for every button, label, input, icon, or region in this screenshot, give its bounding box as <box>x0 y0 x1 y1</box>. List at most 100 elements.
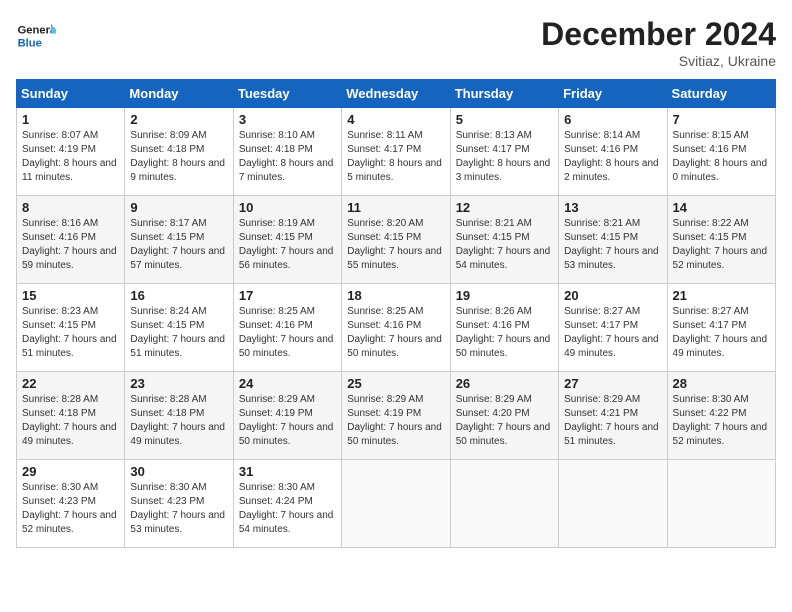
calendar-cell: 20Sunrise: 8:27 AMSunset: 4:17 PMDayligh… <box>559 284 667 372</box>
day-info: Sunrise: 8:27 AMSunset: 4:17 PMDaylight:… <box>673 305 770 361</box>
calendar-cell <box>450 460 558 548</box>
calendar-week-4: 22 Sunrise: 8:28 AMSunset: 4:18 PMDayligh… <box>17 372 776 460</box>
weekday-header-tuesday: Tuesday <box>233 80 341 108</box>
day-info: Sunrise: 8:30 AMSunset: 4:23 PMDaylight:… <box>130 481 227 537</box>
day-number: 26 <box>456 376 553 391</box>
calendar-cell: 4 Sunrise: 8:11 AMSunset: 4:17 PMDaylight… <box>342 108 450 196</box>
calendar-cell: 7Sunrise: 8:15 AMSunset: 4:16 PMDaylight… <box>667 108 775 196</box>
weekday-header-sunday: Sunday <box>17 80 125 108</box>
day-number: 2 <box>130 112 227 127</box>
day-number: 7 <box>673 112 770 127</box>
day-number: 22 <box>22 376 119 391</box>
calendar-week-1: 1Sunrise: 8:07 AMSunset: 4:19 PMDaylight… <box>17 108 776 196</box>
day-number: 21 <box>673 288 770 303</box>
svg-text:Blue: Blue <box>18 37 42 49</box>
month-title: December 2024 <box>541 16 776 53</box>
day-number: 11 <box>347 200 444 215</box>
day-number: 12 <box>456 200 553 215</box>
day-number: 3 <box>239 112 336 127</box>
day-info: Sunrise: 8:19 AMSunset: 4:15 PMDaylight:… <box>239 217 336 273</box>
calendar-cell: 23 Sunrise: 8:28 AMSunset: 4:18 PMDayligh… <box>125 372 233 460</box>
day-info: Sunrise: 8:20 AMSunset: 4:15 PMDaylight:… <box>347 217 444 273</box>
calendar-cell: 17Sunrise: 8:25 AMSunset: 4:16 PMDayligh… <box>233 284 341 372</box>
calendar-cell: 2Sunrise: 8:09 AMSunset: 4:18 PMDaylight… <box>125 108 233 196</box>
day-number: 18 <box>347 288 444 303</box>
calendar-cell: 12 Sunrise: 8:21 AMSunset: 4:15 PMDayligh… <box>450 196 558 284</box>
calendar-week-5: 29 Sunrise: 8:30 AMSunset: 4:23 PMDayligh… <box>17 460 776 548</box>
calendar-cell: 29Sunrise: 8:30 AMSunset: 4:23 PMDayligh… <box>17 460 125 548</box>
day-info: Sunrise: 8:28 AMSunset: 4:18 PMDaylight:… <box>130 393 227 449</box>
day-info: Sunrise: 8:30 AMSunset: 4:24 PMDaylight:… <box>239 481 336 537</box>
day-info: Sunrise: 8:10 AMSunset: 4:18 PMDaylight:… <box>239 129 336 185</box>
day-number: 28 <box>673 376 770 391</box>
day-number: 29 <box>22 464 119 479</box>
day-info: Sunrise: 8:13 AMSunset: 4:17 PMDaylight:… <box>456 129 553 185</box>
calendar-cell: 31 Sunrise: 8:30 AMSunset: 4:24 PMDayligh… <box>233 460 341 548</box>
calendar-cell: 27 Sunrise: 8:29 AMSunset: 4:21 PMDayligh… <box>559 372 667 460</box>
day-info: Sunrise: 8:29 AMSunset: 4:21 PMDaylight:… <box>564 393 661 449</box>
calendar-cell: 30 Sunrise: 8:30 AMSunset: 4:23 PMDayligh… <box>125 460 233 548</box>
day-info: Sunrise: 8:29 AMSunset: 4:19 PMDaylight:… <box>239 393 336 449</box>
day-info: Sunrise: 8:21 AMSunset: 4:15 PMDaylight:… <box>564 217 661 273</box>
day-info: Sunrise: 8:28 AMSunset: 4:18 PMDaylight:… <box>22 393 119 449</box>
weekday-header-saturday: Saturday <box>667 80 775 108</box>
calendar-cell: 19 Sunrise: 8:26 AMSunset: 4:16 PMDayligh… <box>450 284 558 372</box>
calendar-week-3: 15 Sunrise: 8:23 AMSunset: 4:15 PMDayligh… <box>17 284 776 372</box>
day-info: Sunrise: 8:24 AMSunset: 4:15 PMDaylight:… <box>130 305 227 361</box>
calendar-cell <box>667 460 775 548</box>
day-number: 8 <box>22 200 119 215</box>
calendar-cell: 28Sunrise: 8:30 AMSunset: 4:22 PMDayligh… <box>667 372 775 460</box>
calendar-cell <box>342 460 450 548</box>
calendar-cell: 3 Sunrise: 8:10 AMSunset: 4:18 PMDaylight… <box>233 108 341 196</box>
calendar-cell: 11 Sunrise: 8:20 AMSunset: 4:15 PMDayligh… <box>342 196 450 284</box>
day-number: 31 <box>239 464 336 479</box>
day-info: Sunrise: 8:11 AMSunset: 4:17 PMDaylight:… <box>347 129 444 185</box>
logo: General Blue <box>16 16 56 56</box>
title-block: December 2024 Svitiaz, Ukraine <box>541 16 776 69</box>
day-number: 30 <box>130 464 227 479</box>
calendar-cell: 26Sunrise: 8:29 AMSunset: 4:20 PMDayligh… <box>450 372 558 460</box>
day-number: 13 <box>564 200 661 215</box>
calendar-cell: 15 Sunrise: 8:23 AMSunset: 4:15 PMDayligh… <box>17 284 125 372</box>
calendar-cell <box>559 460 667 548</box>
day-number: 27 <box>564 376 661 391</box>
day-info: Sunrise: 8:23 AMSunset: 4:15 PMDaylight:… <box>22 305 119 361</box>
day-info: Sunrise: 8:26 AMSunset: 4:16 PMDaylight:… <box>456 305 553 361</box>
day-number: 16 <box>130 288 227 303</box>
day-number: 15 <box>22 288 119 303</box>
day-number: 6 <box>564 112 661 127</box>
day-number: 17 <box>239 288 336 303</box>
calendar-cell: 9 Sunrise: 8:17 AMSunset: 4:15 PMDaylight… <box>125 196 233 284</box>
day-info: Sunrise: 8:14 AMSunset: 4:16 PMDaylight:… <box>564 129 661 185</box>
calendar-cell: 18Sunrise: 8:25 AMSunset: 4:16 PMDayligh… <box>342 284 450 372</box>
calendar-cell: 1Sunrise: 8:07 AMSunset: 4:19 PMDaylight… <box>17 108 125 196</box>
day-info: Sunrise: 8:07 AMSunset: 4:19 PMDaylight:… <box>22 129 119 185</box>
day-info: Sunrise: 8:16 AMSunset: 4:16 PMDaylight:… <box>22 217 119 273</box>
day-number: 9 <box>130 200 227 215</box>
day-number: 23 <box>130 376 227 391</box>
day-number: 25 <box>347 376 444 391</box>
day-number: 4 <box>347 112 444 127</box>
calendar-cell: 8 Sunrise: 8:16 AMSunset: 4:16 PMDaylight… <box>17 196 125 284</box>
calendar-cell: 16 Sunrise: 8:24 AMSunset: 4:15 PMDayligh… <box>125 284 233 372</box>
location-subtitle: Svitiaz, Ukraine <box>541 53 776 69</box>
day-number: 5 <box>456 112 553 127</box>
day-info: Sunrise: 8:21 AMSunset: 4:15 PMDaylight:… <box>456 217 553 273</box>
day-info: Sunrise: 8:27 AMSunset: 4:17 PMDaylight:… <box>564 305 661 361</box>
calendar-cell: 5 Sunrise: 8:13 AMSunset: 4:17 PMDaylight… <box>450 108 558 196</box>
day-info: Sunrise: 8:17 AMSunset: 4:15 PMDaylight:… <box>130 217 227 273</box>
calendar-cell: 24Sunrise: 8:29 AMSunset: 4:19 PMDayligh… <box>233 372 341 460</box>
calendar-cell: 10 Sunrise: 8:19 AMSunset: 4:15 PMDayligh… <box>233 196 341 284</box>
day-number: 10 <box>239 200 336 215</box>
weekday-header-friday: Friday <box>559 80 667 108</box>
day-info: Sunrise: 8:22 AMSunset: 4:15 PMDaylight:… <box>673 217 770 273</box>
calendar-cell: 22 Sunrise: 8:28 AMSunset: 4:18 PMDayligh… <box>17 372 125 460</box>
day-number: 14 <box>673 200 770 215</box>
day-number: 19 <box>456 288 553 303</box>
logo-icon: General Blue <box>16 16 56 56</box>
calendar-week-2: 8 Sunrise: 8:16 AMSunset: 4:16 PMDaylight… <box>17 196 776 284</box>
page-header: General Blue December 2024 Svitiaz, Ukra… <box>16 16 776 69</box>
calendar-cell: 25Sunrise: 8:29 AMSunset: 4:19 PMDayligh… <box>342 372 450 460</box>
weekday-header-wednesday: Wednesday <box>342 80 450 108</box>
weekday-header-thursday: Thursday <box>450 80 558 108</box>
